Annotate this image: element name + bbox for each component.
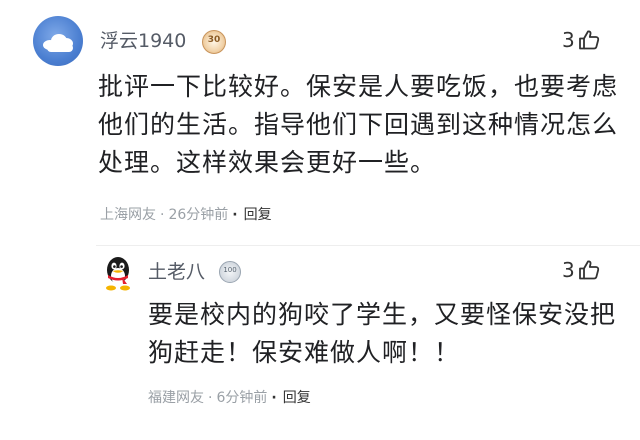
username[interactable]: 浮云1940 xyxy=(100,29,186,53)
meta-dot: · xyxy=(232,207,238,223)
like-button[interactable]: 3 xyxy=(562,258,601,282)
level-badge: 100 xyxy=(219,261,241,283)
level-badge: 30 xyxy=(202,30,226,54)
comment-item: 浮云1940 30 3 批评一下比较好。保安是人要吃饭，也要考虑他们的生活。指导… xyxy=(0,0,640,250)
comment-text: 要是校内的狗咬了学生，又要怪保安没把狗赶走！保安难做人啊！！ xyxy=(148,300,617,367)
comment-text: 批评一下比较好。保安是人要吃饭，也要考虑他们的生活。指导他们下回遇到这种情况怎么… xyxy=(98,72,619,177)
like-button[interactable]: 3 xyxy=(562,28,601,52)
level-badge-text: 30 xyxy=(207,35,221,45)
level-badge-text: 100 xyxy=(223,266,237,274)
reply-button[interactable]: 回复 xyxy=(244,205,272,225)
like-count: 3 xyxy=(562,28,575,52)
location-label: 福建网友 xyxy=(148,390,204,406)
location-label: 上海网友 xyxy=(100,207,156,223)
meta-dot: · xyxy=(271,390,277,406)
timestamp: 6分钟前 xyxy=(216,390,268,406)
username[interactable]: 土老八 xyxy=(148,260,205,284)
thumbs-up-icon xyxy=(578,30,599,50)
timestamp: 26分钟前 xyxy=(168,207,229,223)
meta-dot: · xyxy=(160,207,165,223)
like-count: 3 xyxy=(562,258,575,282)
meta-dot: · xyxy=(208,390,213,406)
reply-button[interactable]: 回复 xyxy=(283,388,311,408)
avatar[interactable] xyxy=(100,254,136,292)
thumbs-up-icon xyxy=(578,260,599,280)
avatar[interactable] xyxy=(33,16,83,66)
comment-meta: 上海网友 · 26分钟前 · 回复 xyxy=(100,205,272,225)
comment-meta: 福建网友 · 6分钟前 · 回复 xyxy=(148,388,311,408)
